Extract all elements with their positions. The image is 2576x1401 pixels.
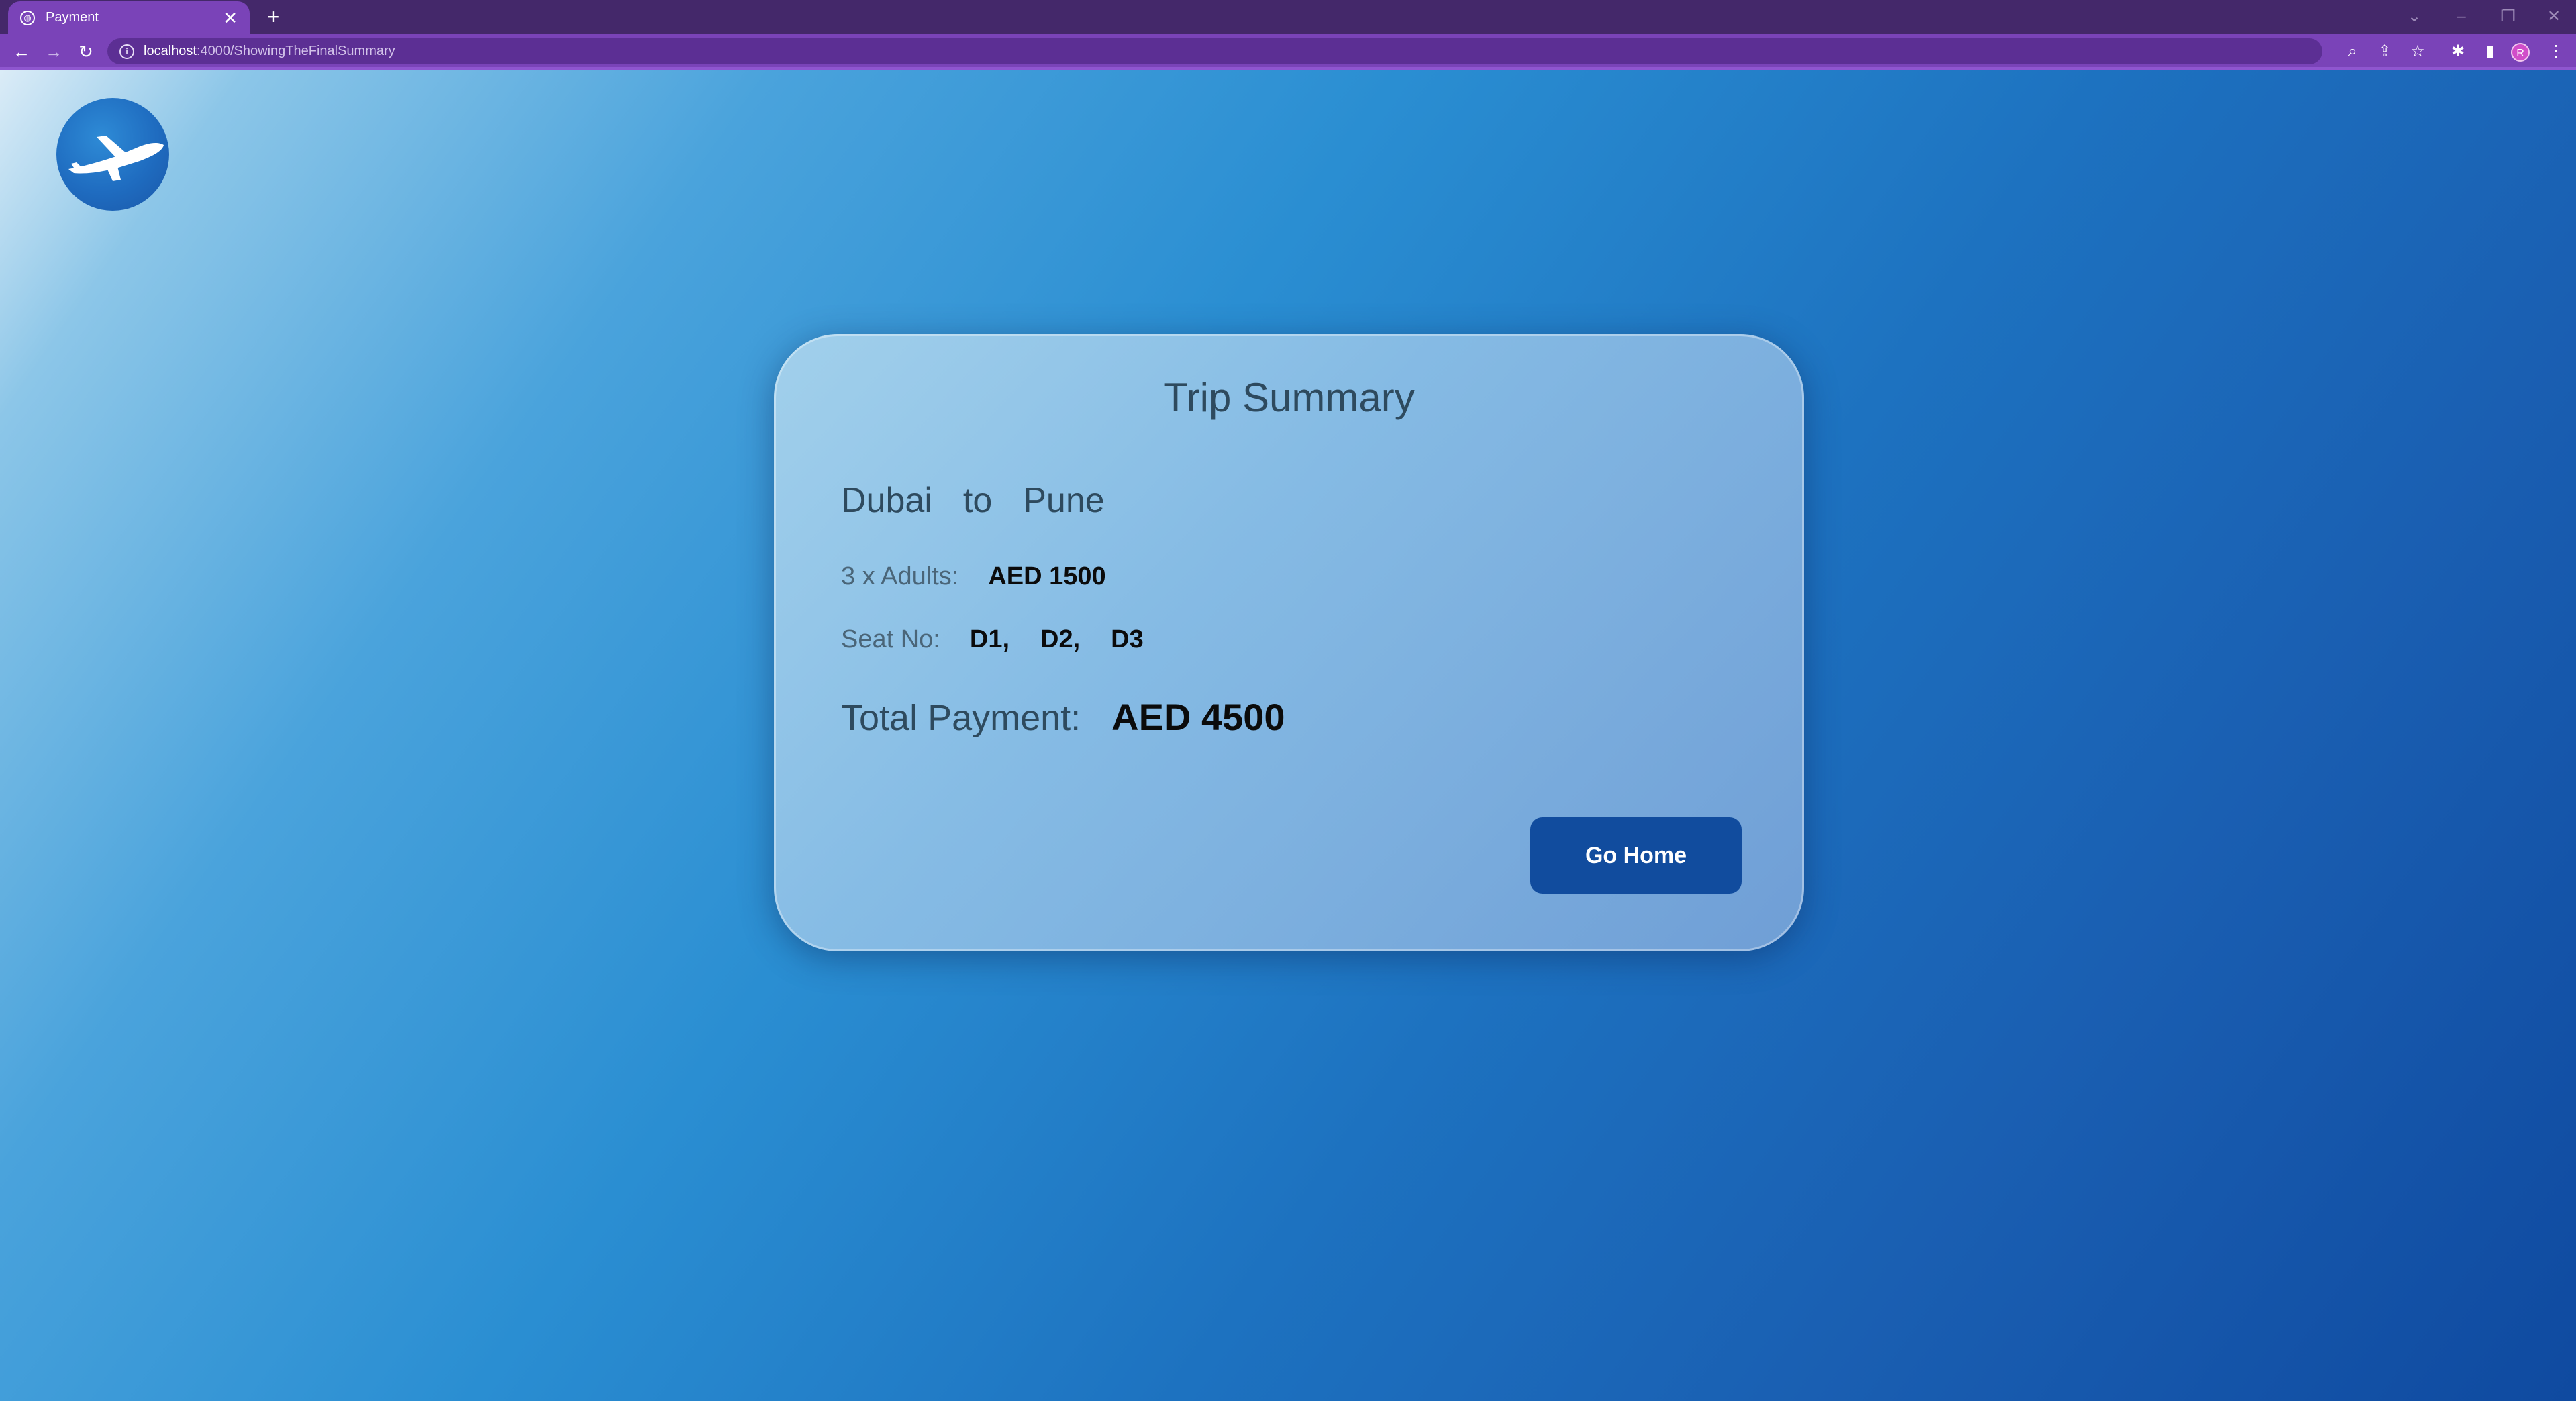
url-path: :4000/ShowingTheFinalSummary: [196, 44, 395, 58]
address-bar[interactable]: i localhost :4000/ShowingTheFinalSummary: [107, 38, 2322, 64]
minimize-icon[interactable]: –: [2444, 4, 2478, 30]
adults-row: 3 x Adults: AED 1500: [841, 562, 1106, 591]
reload-icon[interactable]: ↻: [72, 38, 99, 65]
total-label: Total Payment:: [841, 698, 1081, 738]
browser-tab-bar: ◍ Payment ✕ + ⌄ – ❐ ✕: [0, 0, 2576, 34]
tab-close-icon[interactable]: ✕: [223, 9, 238, 27]
profile-avatar[interactable]: R: [2511, 43, 2530, 62]
total-value: AED 4500: [1111, 696, 1285, 738]
extensions-icon[interactable]: ✱: [2444, 38, 2471, 65]
restore-icon[interactable]: ❐: [2491, 4, 2525, 30]
back-icon[interactable]: ←: [8, 38, 35, 65]
page-background: Trip Summary Dubai to Pune 3 x Adults: A…: [0, 70, 2576, 1401]
trip-summary-card: Trip Summary Dubai to Pune 3 x Adults: A…: [774, 334, 1804, 951]
route-connector: to: [962, 481, 993, 520]
tab-search-icon[interactable]: ⌄: [2397, 4, 2431, 30]
go-home-button[interactable]: Go Home: [1530, 817, 1742, 894]
browser-tab[interactable]: ◍ Payment ✕: [8, 1, 250, 34]
airplane-icon: [68, 136, 164, 181]
seat-number: D2,: [1040, 625, 1081, 654]
seat-number: D1,: [969, 625, 1010, 654]
side-panel-icon[interactable]: ▮: [2477, 38, 2504, 65]
adults-label: 3 x Adults:: [841, 562, 959, 590]
airline-logo: [56, 98, 169, 211]
destination-city: Pune: [1023, 481, 1105, 520]
globe-icon: ◍: [20, 10, 35, 25]
window-close-icon[interactable]: ✕: [2537, 4, 2571, 30]
zoom-icon[interactable]: ⌕: [2339, 38, 2366, 65]
browser-toolbar: ← → ↻ i localhost :4000/ShowingTheFinalS…: [0, 34, 2576, 70]
site-info-icon[interactable]: i: [119, 44, 134, 59]
seat-row: Seat No: D1, D2, D3: [841, 625, 1144, 654]
forward-icon[interactable]: →: [40, 38, 67, 65]
route-line: Dubai to Pune: [841, 480, 1136, 521]
bookmark-star-icon[interactable]: ☆: [2404, 38, 2431, 65]
card-title: Trip Summary: [1163, 375, 1415, 420]
url-host: localhost: [144, 44, 197, 58]
adults-price: AED 1500: [988, 562, 1106, 590]
total-row: Total Payment: AED 4500: [841, 695, 1285, 739]
origin-city: Dubai: [841, 481, 932, 520]
seat-label: Seat No:: [841, 625, 940, 654]
tab-title: Payment: [46, 10, 99, 25]
menu-kebab-icon[interactable]: ⋮: [2542, 38, 2569, 65]
new-tab-button[interactable]: +: [260, 4, 286, 30]
share-icon[interactable]: ⇪: [2371, 38, 2398, 65]
seat-number: D3: [1111, 625, 1144, 654]
